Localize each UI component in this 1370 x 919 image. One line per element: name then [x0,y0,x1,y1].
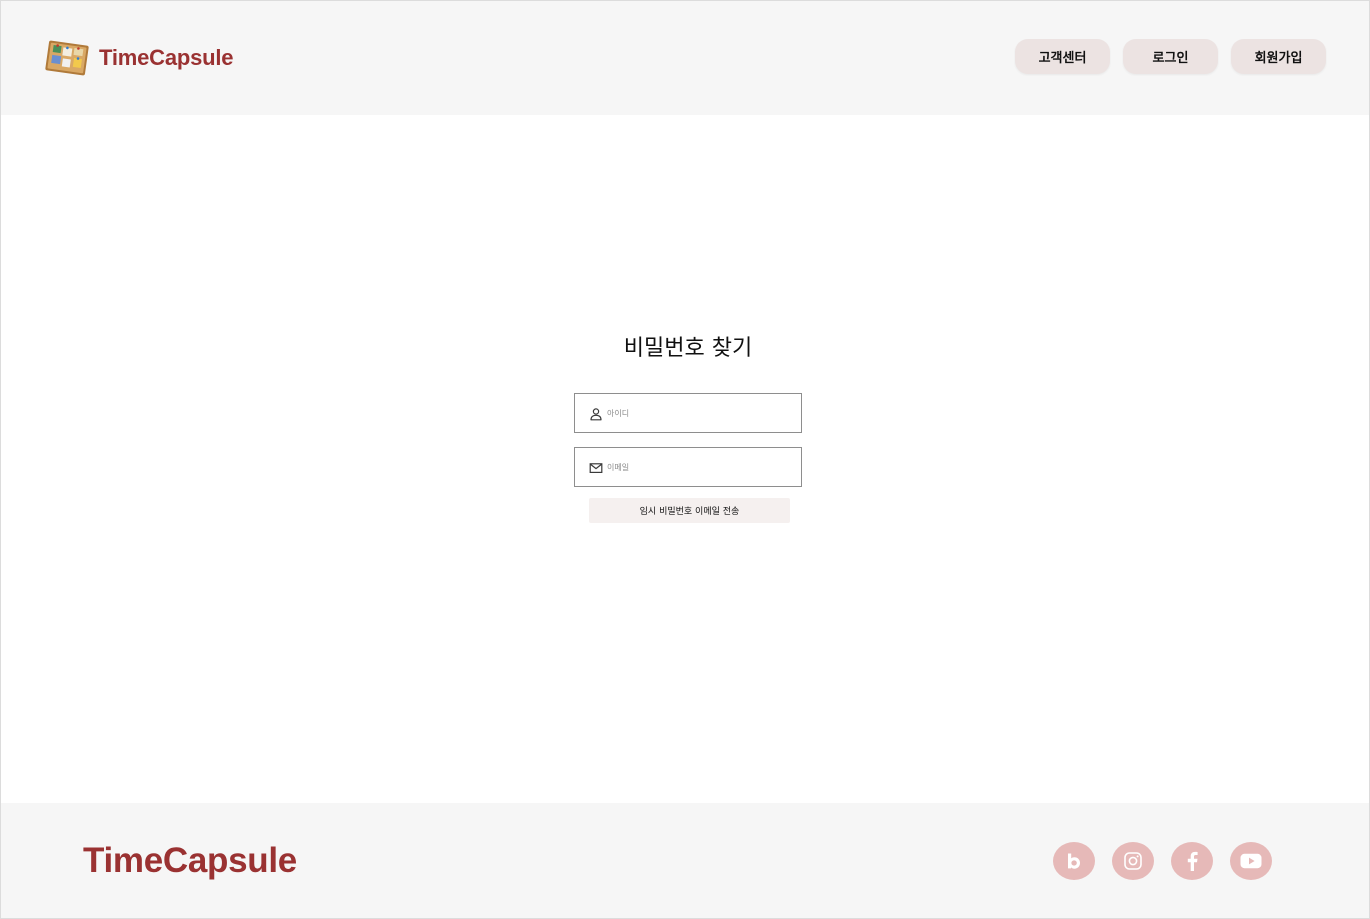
send-temp-password-button[interactable]: 임시 비밀번호 이메일 전송 [589,498,790,523]
signup-button[interactable]: 회원가입 [1231,39,1326,74]
email-input[interactable] [607,462,787,472]
facebook-icon [1185,851,1199,871]
login-button[interactable]: 로그인 [1123,39,1218,74]
main-content: 비밀번호 찾기 임시 비밀번호 이메일 전송 [1,115,1369,803]
youtube-icon [1240,853,1262,869]
page-title: 비밀번호 찾기 [623,336,753,361]
instagram-link[interactable] [1112,842,1154,880]
logo-text: TimeCapsule [99,45,234,70]
page-frame: TimeCapsule 고객센터 로그인 회원가입 비밀번호 찾기 아이디 이메… [0,0,1370,919]
mail-icon [589,460,603,474]
site-header: TimeCapsule 고객센터 로그인 회원가입 [1,1,1369,115]
customer-center-button[interactable]: 고객센터 [1015,39,1110,74]
id-field[interactable] [574,393,802,433]
corkboard-icon [44,38,90,78]
site-footer: TimeCapsule [1,803,1369,918]
blog-link[interactable] [1053,842,1095,880]
footer-logo: TimeCapsule [83,841,297,880]
top-nav: 고객센터 로그인 회원가입 [1015,39,1326,74]
youtube-link[interactable] [1230,842,1272,880]
instagram-icon [1123,851,1143,871]
id-input[interactable] [607,408,787,418]
blog-icon [1065,852,1083,870]
home-logo-link[interactable]: TimeCapsule [44,38,234,78]
social-links [1053,842,1272,880]
user-icon [589,406,603,421]
email-field[interactable] [574,447,802,487]
facebook-link[interactable] [1171,842,1213,880]
